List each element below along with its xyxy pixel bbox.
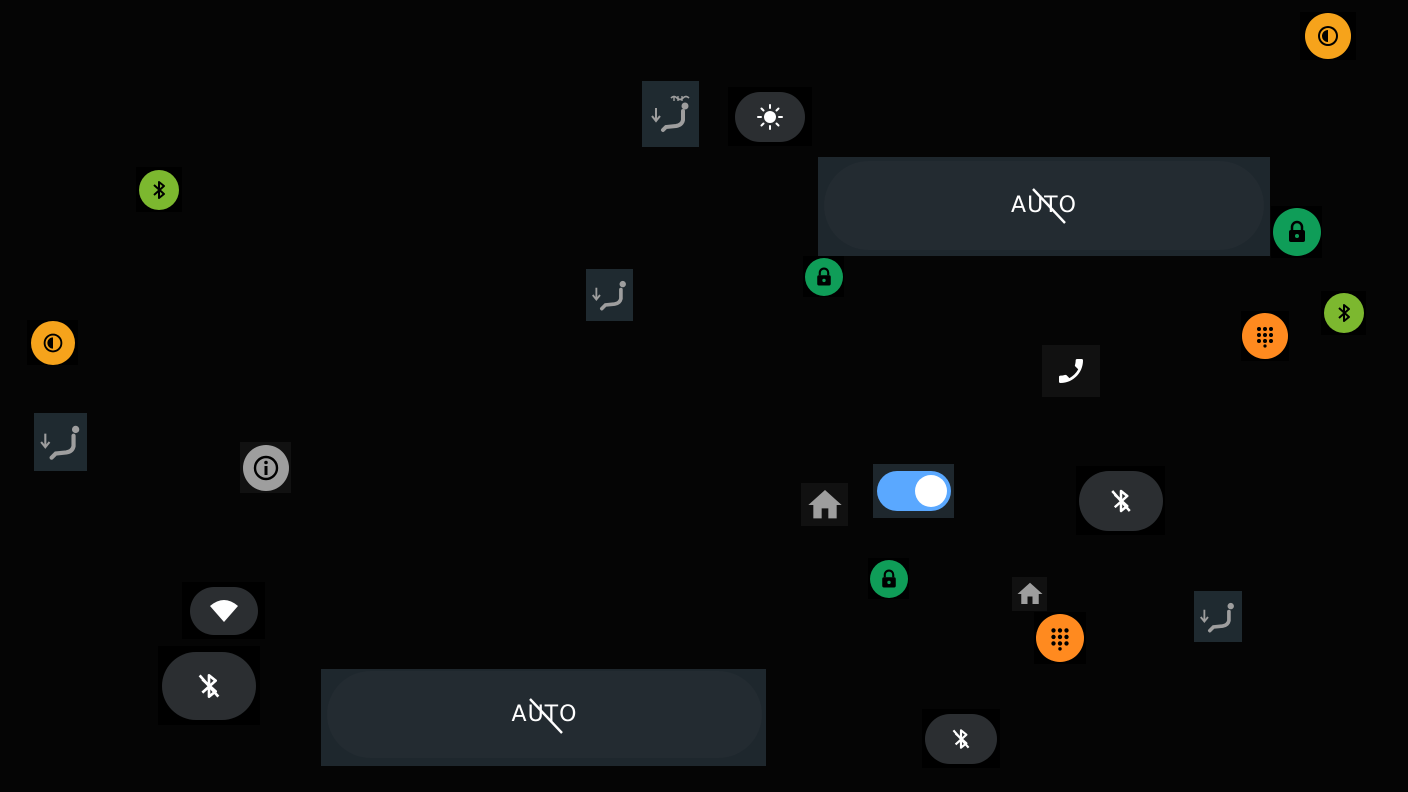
phone-button[interactable] [1042, 345, 1100, 397]
lock-icon [804, 257, 843, 296]
lock-button-bottom[interactable] [868, 558, 909, 599]
toggle-track [876, 471, 951, 511]
lock-icon [869, 559, 908, 598]
bluetooth-button-right[interactable] [1321, 291, 1366, 335]
brightness-button[interactable] [728, 87, 812, 146]
brightness-auto-button-left[interactable] [27, 320, 78, 365]
home-icon [807, 489, 842, 518]
lock-icon [1272, 208, 1321, 256]
info-button[interactable] [240, 442, 291, 493]
bluetooth-icon [139, 169, 179, 210]
home-icon [1017, 582, 1042, 604]
phone-icon [1059, 359, 1083, 383]
bluetooth-button-left[interactable] [136, 167, 182, 212]
brightness-auto-button-top[interactable] [1300, 12, 1356, 60]
lock-button-right[interactable] [1271, 206, 1322, 258]
bluetooth-off-icon [198, 673, 220, 698]
bluetooth-icon [1323, 293, 1364, 333]
dialpad-icon [1242, 313, 1288, 359]
wifi-icon [209, 599, 238, 622]
auto-off-slash-icon [1032, 188, 1066, 224]
dialpad-button-right[interactable] [1241, 311, 1289, 361]
bluetooth-off-icon [1110, 489, 1131, 512]
dialpad-button-bottom[interactable] [1034, 612, 1086, 664]
auto-off-slash-icon [529, 698, 563, 734]
toggle-switch[interactable] [873, 464, 954, 518]
brightness-icon [757, 103, 783, 130]
wifi-button[interactable] [182, 582, 265, 639]
dialpad-icon [1036, 614, 1084, 662]
brightness-auto-icon [1305, 13, 1351, 59]
seat-button-middle[interactable] [586, 269, 633, 321]
info-icon [242, 444, 289, 491]
seat-icon [39, 425, 79, 460]
toggle-thumb [914, 475, 947, 507]
bluetooth-off-button-left[interactable] [158, 646, 260, 725]
seat-icon [591, 280, 626, 311]
seat-heat-button[interactable] [642, 81, 699, 147]
lock-button-middle[interactable] [803, 256, 844, 297]
brightness-auto-icon [30, 320, 75, 365]
home-button-middle[interactable] [801, 483, 848, 526]
seat-button-left[interactable] [34, 413, 87, 471]
seat-button-right[interactable] [1194, 591, 1242, 642]
bluetooth-off-button-right[interactable] [1076, 466, 1165, 535]
seat-icon [1200, 602, 1234, 632]
seat-heat-icon [650, 95, 690, 132]
auto-button-bottom[interactable]: AUTO [321, 669, 766, 766]
bluetooth-off-icon [952, 728, 970, 749]
bluetooth-off-button-bottom[interactable] [922, 709, 1000, 768]
auto-button-top[interactable]: AUTO [818, 157, 1270, 256]
home-button-small[interactable] [1012, 577, 1047, 611]
